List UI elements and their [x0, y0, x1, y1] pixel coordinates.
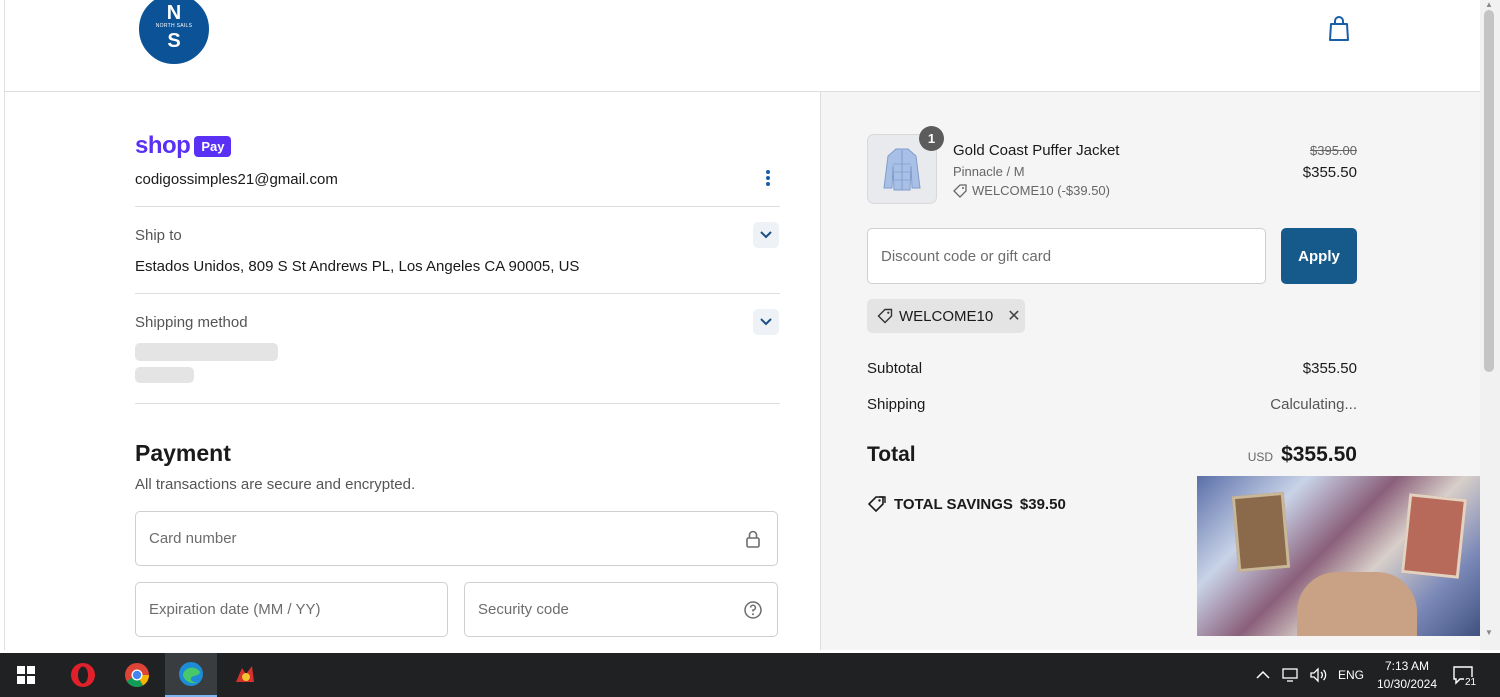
remove-discount-icon[interactable]: ✕	[1007, 306, 1020, 326]
loading-skeleton	[135, 367, 194, 383]
shipping-value: Calculating...	[1270, 396, 1357, 413]
clock[interactable]: 7:13 AM 10/30/2024	[1370, 657, 1444, 693]
product-name: Gold Coast Puffer Jacket	[953, 142, 1120, 159]
header: N NORTH SAILS S	[5, 0, 1480, 92]
shipping-method-label: Shipping method	[135, 314, 248, 331]
clock-date: 10/30/2024	[1376, 677, 1438, 691]
more-options-icon[interactable]	[763, 168, 773, 188]
subtotal-label: Subtotal	[867, 360, 923, 377]
chrome-icon	[125, 663, 149, 688]
lock-icon	[746, 530, 760, 548]
start-button[interactable]	[0, 653, 52, 697]
discount-code-input[interactable]: Discount code or gift card	[867, 228, 1266, 284]
edge-taskbar-button[interactable]	[165, 653, 217, 697]
savings-label: TOTAL SAVINGS	[894, 495, 1013, 513]
chrome-taskbar-button[interactable]	[111, 653, 163, 697]
payment-title: Payment	[135, 440, 231, 466]
total-label: Total	[867, 443, 916, 466]
product-discount-text: WELCOME10 (-$39.50)	[972, 183, 1110, 198]
scroll-up-icon[interactable]: ▲	[1485, 0, 1493, 9]
game-app-icon	[236, 666, 254, 682]
applied-code-text: WELCOME10	[899, 307, 994, 325]
card-number-field[interactable]: Card number	[135, 511, 778, 566]
notification-center-button[interactable]: 21	[1452, 653, 1478, 697]
chevron-down-icon	[760, 318, 772, 326]
total-savings: TOTAL SAVINGS $39.50	[867, 495, 1066, 513]
shopping-bag-icon[interactable]	[1328, 16, 1350, 42]
scroll-down-icon[interactable]: ▼	[1485, 628, 1493, 637]
puffer-jacket-image	[883, 148, 921, 191]
product-discount: WELCOME10 (-$39.50)	[953, 183, 1110, 198]
security-code-field[interactable]: Security code	[464, 582, 778, 637]
network-button[interactable]	[1282, 653, 1300, 697]
north-sails-logo[interactable]: N NORTH SAILS S	[139, 0, 209, 64]
video-overlay[interactable]	[1197, 476, 1484, 636]
original-price: $395.00	[1310, 143, 1357, 158]
opera-icon	[71, 663, 95, 687]
trading-card-image	[1231, 491, 1291, 573]
currency-code: USD	[1247, 450, 1274, 464]
clock-time: 7:13 AM	[1384, 659, 1430, 673]
payment-subtitle: All transactions are secure and encrypte…	[135, 476, 416, 493]
savings-value: $39.50	[1019, 495, 1066, 513]
windows-logo-icon	[17, 666, 35, 684]
ship-to-address: Estados Unidos, 809 S St Andrews PL, Los…	[135, 258, 580, 275]
divider	[135, 206, 780, 207]
notification-count: 21	[1464, 677, 1478, 688]
apply-button[interactable]: Apply	[1281, 228, 1357, 284]
hand-image	[1297, 572, 1417, 636]
expiration-date-placeholder: Expiration date (MM / YY)	[149, 601, 321, 618]
card-number-placeholder: Card number	[149, 530, 237, 547]
network-icon	[1282, 668, 1298, 682]
shipping-label: Shipping	[867, 396, 926, 413]
ship-to-expand-button[interactable]	[753, 222, 779, 248]
opera-taskbar-button[interactable]	[57, 653, 109, 697]
volume-button[interactable]	[1309, 653, 1329, 697]
edge-icon	[179, 662, 203, 686]
trading-card-image	[1400, 493, 1468, 579]
divider	[135, 293, 780, 294]
tag-icon	[877, 308, 893, 324]
chevron-down-icon	[760, 231, 772, 239]
applied-discount-tag: WELCOME10 ✕	[867, 299, 1025, 333]
help-circle-icon[interactable]	[743, 600, 763, 620]
quantity-badge: 1	[919, 126, 944, 151]
windows-taskbar: ENG 7:13 AM 10/30/2024 21	[0, 653, 1500, 697]
total-amount: $355.50	[1281, 443, 1357, 466]
discounted-price: $355.50	[1302, 164, 1357, 181]
game-taskbar-button[interactable]	[219, 653, 271, 697]
subtotal-value: $355.50	[1302, 360, 1357, 377]
shipping-method-expand-button[interactable]	[753, 309, 779, 335]
shop-pay-badge: shop Pay	[135, 132, 232, 160]
expiration-date-field[interactable]: Expiration date (MM / YY)	[135, 582, 448, 637]
shop-pay-wordmark: shop	[135, 132, 191, 159]
shop-pay-pill: Pay	[194, 135, 232, 157]
volume-icon	[1310, 667, 1327, 683]
logo-wordmark: NORTH SAILS	[155, 23, 193, 29]
logo-letter-n: N	[166, 2, 182, 24]
discount-code-placeholder: Discount code or gift card	[881, 248, 1052, 265]
scrollbar-thumb[interactable]	[1484, 10, 1494, 372]
savings-tag-icon	[867, 496, 886, 513]
language-indicator[interactable]: ENG	[1338, 653, 1364, 697]
security-code-placeholder: Security code	[478, 601, 569, 618]
account-email: codigossimples21@gmail.com	[135, 171, 338, 188]
product-variant: Pinnacle / M	[953, 164, 1025, 179]
page-scrollbar[interactable]: ▲ ▼	[1480, 0, 1500, 650]
ship-to-label: Ship to	[135, 227, 182, 244]
divider	[135, 403, 780, 404]
logo-letter-s: S	[167, 30, 181, 52]
total-value: USD $355.50	[1248, 443, 1357, 467]
loading-skeleton	[135, 343, 278, 361]
tag-icon	[953, 183, 967, 198]
show-hidden-icons-button[interactable]	[1256, 653, 1270, 697]
chevron-up-icon	[1256, 670, 1270, 679]
